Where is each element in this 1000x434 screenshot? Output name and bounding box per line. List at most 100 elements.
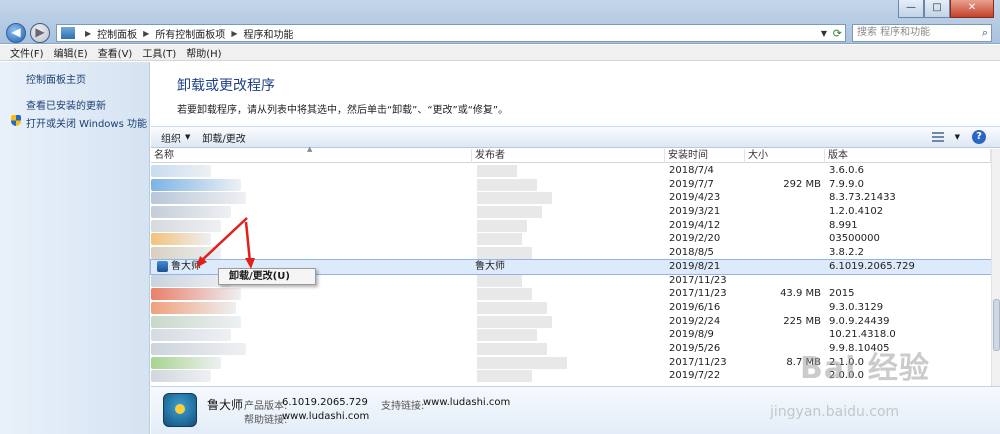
blurred-name-placeholder xyxy=(151,192,246,205)
uninstall-change-button[interactable]: 卸载/更改 xyxy=(202,130,245,145)
sidebar: 控制面板主页 查看已安装的更新 打开或关闭 Windows 功能 xyxy=(0,62,150,434)
sidebar-link-windows-features[interactable]: 打开或关闭 Windows 功能 xyxy=(26,115,147,130)
table-row[interactable]: 2019/6/16 9.3.0.3129 xyxy=(151,301,991,315)
control-panel-icon xyxy=(61,27,75,39)
details-support-link[interactable]: www.ludashi.com xyxy=(423,397,510,408)
cell-installed-on: 2019/3/21 xyxy=(669,206,721,218)
back-button[interactable]: ◀ xyxy=(6,23,26,43)
table-row[interactable]: 2019/4/23 8.3.73.21433 xyxy=(151,191,991,205)
blurred-name-placeholder xyxy=(151,301,236,314)
column-publisher[interactable]: 发布者 xyxy=(472,149,665,163)
blurred-publisher-placeholder xyxy=(477,219,527,232)
sidebar-link-home[interactable]: 控制面板主页 xyxy=(26,71,86,86)
blurred-publisher-placeholder xyxy=(477,274,522,287)
minimize-button[interactable]: — xyxy=(898,0,924,18)
blurred-name-placeholder xyxy=(151,370,211,383)
cell-installed-on: 2019/4/23 xyxy=(669,192,721,204)
blurred-name-placeholder xyxy=(151,233,211,246)
cell-version: 3.8.2.2 xyxy=(829,247,864,259)
details-help-link[interactable]: www.ludashi.com xyxy=(282,411,369,422)
cell-installed-on: 2017/11/23 xyxy=(669,288,727,300)
organize-button[interactable]: 组织 xyxy=(161,130,181,145)
details-version-label: 产品版本: xyxy=(244,401,288,412)
breadcrumb-programs[interactable]: 程序和功能 xyxy=(241,26,295,41)
cell-installed-on: 2019/6/16 xyxy=(669,301,721,313)
menu-bar: 文件(F) 编辑(E) 查看(V) 工具(T) 帮助(H) xyxy=(0,45,1000,61)
maximize-button[interactable]: □ xyxy=(924,0,950,18)
blurred-name-placeholder xyxy=(151,219,221,232)
cell-installed-on: 2019/4/12 xyxy=(669,219,721,231)
blurred-publisher-placeholder xyxy=(477,370,532,383)
column-name[interactable]: 名称 xyxy=(151,149,472,163)
window-controls: — □ ✕ xyxy=(898,0,994,18)
search-input[interactable]: 搜索 程序和功能 ⌕ xyxy=(852,24,992,42)
address-bar[interactable]: ▶ 控制面板 ▶ 所有控制面板项 ▶ 程序和功能 ▼ ⟳ xyxy=(56,24,846,42)
arrow-right-icon: ▶ xyxy=(35,25,45,39)
details-name: 鲁大师 xyxy=(207,398,244,412)
details-help-label: 帮助链接: xyxy=(244,415,288,426)
page-title: 卸载或更改程序 xyxy=(177,78,275,94)
table-row[interactable]: 2019/2/20 03500000 xyxy=(151,232,991,246)
menu-view[interactable]: 查看(V) xyxy=(98,45,133,60)
table-row[interactable]: 2018/8/5 3.8.2.2 xyxy=(151,246,991,260)
sidebar-link-updates[interactable]: 查看已安装的更新 xyxy=(26,97,106,112)
menu-help[interactable]: 帮助(H) xyxy=(186,45,221,60)
blurred-name-placeholder xyxy=(151,342,246,355)
menu-tools[interactable]: 工具(T) xyxy=(142,45,176,60)
table-row[interactable]: 2019/3/21 1.2.0.4102 xyxy=(151,205,991,219)
table-row[interactable]: 2019/8/9 10.21.4318.0 xyxy=(151,328,991,342)
breadcrumb-control-panel[interactable]: 控制面板 xyxy=(95,26,139,41)
ludashi-app-icon xyxy=(157,260,168,272)
blurred-publisher-placeholder xyxy=(477,206,542,219)
view-options-icon[interactable] xyxy=(932,132,944,142)
cell-version: 8.3.73.21433 xyxy=(829,192,896,204)
breadcrumb-all-items[interactable]: 所有控制面板项 xyxy=(153,26,227,41)
chevron-down-icon: ▼ xyxy=(185,133,191,141)
chevron-down-icon[interactable]: ▼ xyxy=(821,29,827,38)
menu-edit[interactable]: 编辑(E) xyxy=(54,45,88,60)
cell-installed-on: 2017/11/23 xyxy=(669,274,727,286)
column-version[interactable]: 版本 xyxy=(825,149,991,163)
search-icon[interactable]: ⌕ xyxy=(982,25,988,41)
cell-installed-on: 2018/7/4 xyxy=(669,165,714,176)
shield-icon xyxy=(11,115,21,126)
blurred-publisher-placeholder xyxy=(477,233,522,246)
blurred-publisher-placeholder xyxy=(477,301,547,314)
chevron-right-icon: ▶ xyxy=(143,28,150,38)
blurred-name-placeholder xyxy=(151,329,231,342)
blurred-name-placeholder xyxy=(151,315,241,328)
column-installed-on[interactable]: 安装时间 xyxy=(665,149,745,163)
blurred-publisher-placeholder xyxy=(477,288,532,301)
blurred-publisher-placeholder xyxy=(477,342,547,355)
menu-file[interactable]: 文件(F) xyxy=(10,45,44,60)
blurred-name-placeholder xyxy=(151,288,241,301)
forward-button[interactable]: ▶ xyxy=(30,23,50,43)
refresh-icon[interactable]: ⟳ xyxy=(833,27,842,40)
blurred-name-placeholder xyxy=(151,206,231,219)
cell-version: 10.21.4318.0 xyxy=(829,329,896,341)
column-size[interactable]: 大小 xyxy=(745,149,825,163)
table-row[interactable]: 2018/7/4 3.6.0.6 xyxy=(151,164,991,178)
cell-version: 9.3.0.3129 xyxy=(829,301,884,313)
context-menu-uninstall[interactable]: 卸载/更改(U) xyxy=(218,268,316,285)
blurred-publisher-placeholder xyxy=(477,192,552,205)
cell-size: 43.9 MB xyxy=(780,288,821,300)
table-row[interactable]: 2019/4/12 8.991 xyxy=(151,219,991,233)
chevron-down-icon[interactable]: ▼ xyxy=(955,133,960,141)
cell-installed-on: 2019/5/26 xyxy=(669,342,721,354)
blurred-publisher-placeholder xyxy=(477,329,537,342)
close-button[interactable]: ✕ xyxy=(950,0,994,18)
table-row[interactable]: 2019/2/24 225 MB 9.0.9.24439 xyxy=(151,315,991,329)
table-row[interactable]: 2019/7/7 292 MB 7.9.9.0 xyxy=(151,178,991,192)
table-row[interactable]: 2017/11/23 43.9 MB 2015 xyxy=(151,287,991,301)
scrollbar-thumb[interactable] xyxy=(993,299,1000,351)
blurred-publisher-placeholder xyxy=(477,165,517,177)
blurred-name-placeholder xyxy=(151,356,221,369)
search-placeholder: 搜索 程序和功能 xyxy=(857,27,931,38)
chevron-right-icon: ▶ xyxy=(85,28,92,38)
scrollbar[interactable] xyxy=(991,149,1000,387)
page-description: 若要卸载程序，请从列表中将其选中，然后单击“卸载”、“更改”或“修复”。 xyxy=(177,105,509,116)
help-icon[interactable]: ? xyxy=(972,130,986,144)
cell-version: 2015 xyxy=(829,288,855,300)
blurred-name-placeholder xyxy=(151,165,211,177)
